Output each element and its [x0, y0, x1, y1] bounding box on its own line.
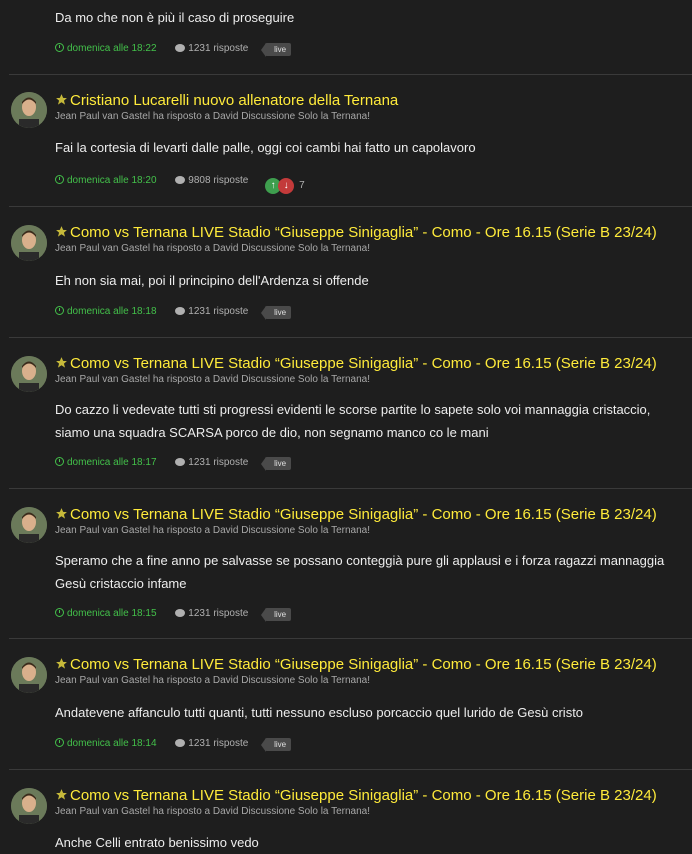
- post-body: Da mo che non è più il caso di proseguir…: [55, 10, 295, 25]
- clock-icon: [55, 608, 64, 617]
- post-title-row: Como vs Ternana LIVE Stadio “Giuseppe Si…: [55, 506, 657, 523]
- post-body: Anche Celli entrato benissimo vedo: [55, 835, 259, 850]
- post-meta: domenica alle 18:22 1231 risposte live: [55, 43, 292, 57]
- post-timestamp[interactable]: domenica alle 18:20: [67, 175, 157, 186]
- post-subtitle[interactable]: Jean Paul van Gastel ha risposto a David…: [55, 111, 370, 122]
- tag-live[interactable]: live: [261, 43, 292, 57]
- star-icon: [56, 789, 67, 800]
- divider: [9, 488, 692, 489]
- post-title[interactable]: Como vs Ternana LIVE Stadio “Giuseppe Si…: [70, 224, 657, 241]
- post-meta: domenica alle 18:20 9808 risposte ↑ ↓ 7: [55, 175, 305, 194]
- tag-live[interactable]: live: [261, 306, 292, 320]
- clock-icon: [55, 306, 64, 315]
- post-body: Do cazzo li vedevate tutti sti progressi…: [55, 402, 651, 440]
- post-title[interactable]: Como vs Ternana LIVE Stadio “Giuseppe Si…: [70, 355, 657, 372]
- post-meta: domenica alle 18:15 1231 risposte live: [55, 608, 292, 622]
- star-icon: [56, 94, 67, 105]
- avatar[interactable]: [11, 507, 47, 543]
- post-body: Eh non sia mai, poi il principino dell'A…: [55, 273, 369, 288]
- post-body: Fai la cortesia di levarti dalle palle, …: [55, 140, 476, 155]
- star-icon: [56, 508, 67, 519]
- tag-live[interactable]: live: [261, 457, 292, 471]
- post-title-row: Como vs Ternana LIVE Stadio “Giuseppe Si…: [55, 787, 657, 804]
- post-title-row: Como vs Ternana LIVE Stadio “Giuseppe Si…: [55, 656, 657, 673]
- avatar[interactable]: [11, 92, 47, 128]
- avatar[interactable]: [11, 657, 47, 693]
- clock-icon: [55, 738, 64, 747]
- reply-count[interactable]: 1231 risposte: [188, 43, 248, 54]
- comment-bubble-icon: [175, 307, 186, 315]
- comment-bubble-icon: [175, 44, 186, 52]
- post-subtitle[interactable]: Jean Paul van Gastel ha risposto a David…: [55, 374, 370, 385]
- divider: [9, 206, 692, 207]
- post-timestamp[interactable]: domenica alle 18:22: [67, 43, 157, 54]
- reply-count[interactable]: 1231 risposte: [188, 306, 248, 317]
- reply-count[interactable]: 1231 risposte: [188, 608, 248, 619]
- post-title[interactable]: Cristiano Lucarelli nuovo allenatore del…: [70, 92, 398, 109]
- post-title[interactable]: Como vs Ternana LIVE Stadio “Giuseppe Si…: [70, 656, 657, 673]
- clock-icon: [55, 457, 64, 466]
- post-title[interactable]: Como vs Ternana LIVE Stadio “Giuseppe Si…: [70, 787, 657, 804]
- post-body: Andatevene affanculo tutti quanti, tutti…: [55, 705, 584, 720]
- avatar[interactable]: [11, 225, 47, 261]
- comment-bubble-icon: [175, 176, 186, 184]
- star-icon: [56, 226, 67, 237]
- post-title[interactable]: Como vs Ternana LIVE Stadio “Giuseppe Si…: [70, 506, 657, 523]
- post-meta: domenica alle 18:14 1231 risposte live: [55, 738, 292, 752]
- tag-live[interactable]: live: [261, 608, 292, 622]
- post-timestamp[interactable]: domenica alle 18:18: [67, 306, 157, 317]
- post-body: Speramo che a fine anno pe salvasse se p…: [55, 553, 665, 591]
- avatar[interactable]: [11, 356, 47, 392]
- clock-icon: [55, 43, 64, 52]
- post-subtitle[interactable]: Jean Paul van Gastel ha risposto a David…: [55, 243, 370, 254]
- post-subtitle[interactable]: Jean Paul van Gastel ha risposto a David…: [55, 806, 370, 817]
- clock-icon: [55, 175, 64, 184]
- tag-live[interactable]: live: [261, 738, 292, 752]
- divider: [9, 769, 692, 770]
- reply-count[interactable]: 1231 risposte: [188, 457, 248, 468]
- comment-bubble-icon: [175, 609, 186, 617]
- post-meta: domenica alle 18:18 1231 risposte live: [55, 306, 292, 320]
- divider: [9, 638, 692, 639]
- post-timestamp[interactable]: domenica alle 18:17: [67, 457, 157, 468]
- divider: [9, 337, 692, 338]
- post-title-row: Cristiano Lucarelli nuovo allenatore del…: [55, 92, 398, 109]
- avatar[interactable]: [11, 788, 47, 824]
- post-timestamp[interactable]: domenica alle 18:15: [67, 608, 157, 619]
- comment-bubble-icon: [175, 458, 186, 466]
- star-icon: [56, 357, 67, 368]
- vote-count: 7: [299, 180, 305, 191]
- comment-bubble-icon: [175, 739, 186, 747]
- vote-widget: ↑ ↓ 7: [265, 178, 305, 194]
- divider: [9, 74, 692, 75]
- post-title-row: Como vs Ternana LIVE Stadio “Giuseppe Si…: [55, 355, 657, 372]
- star-icon: [56, 658, 67, 669]
- post-subtitle[interactable]: Jean Paul van Gastel ha risposto a David…: [55, 675, 370, 686]
- post-timestamp[interactable]: domenica alle 18:14: [67, 738, 157, 749]
- reply-count[interactable]: 9808 risposte: [188, 175, 248, 186]
- downvote-icon[interactable]: ↓: [278, 178, 295, 194]
- post-title-row: Como vs Ternana LIVE Stadio “Giuseppe Si…: [55, 224, 657, 241]
- reply-count[interactable]: 1231 risposte: [188, 738, 248, 749]
- post-subtitle[interactable]: Jean Paul van Gastel ha risposto a David…: [55, 525, 370, 536]
- post-meta: domenica alle 18:17 1231 risposte live: [55, 457, 292, 471]
